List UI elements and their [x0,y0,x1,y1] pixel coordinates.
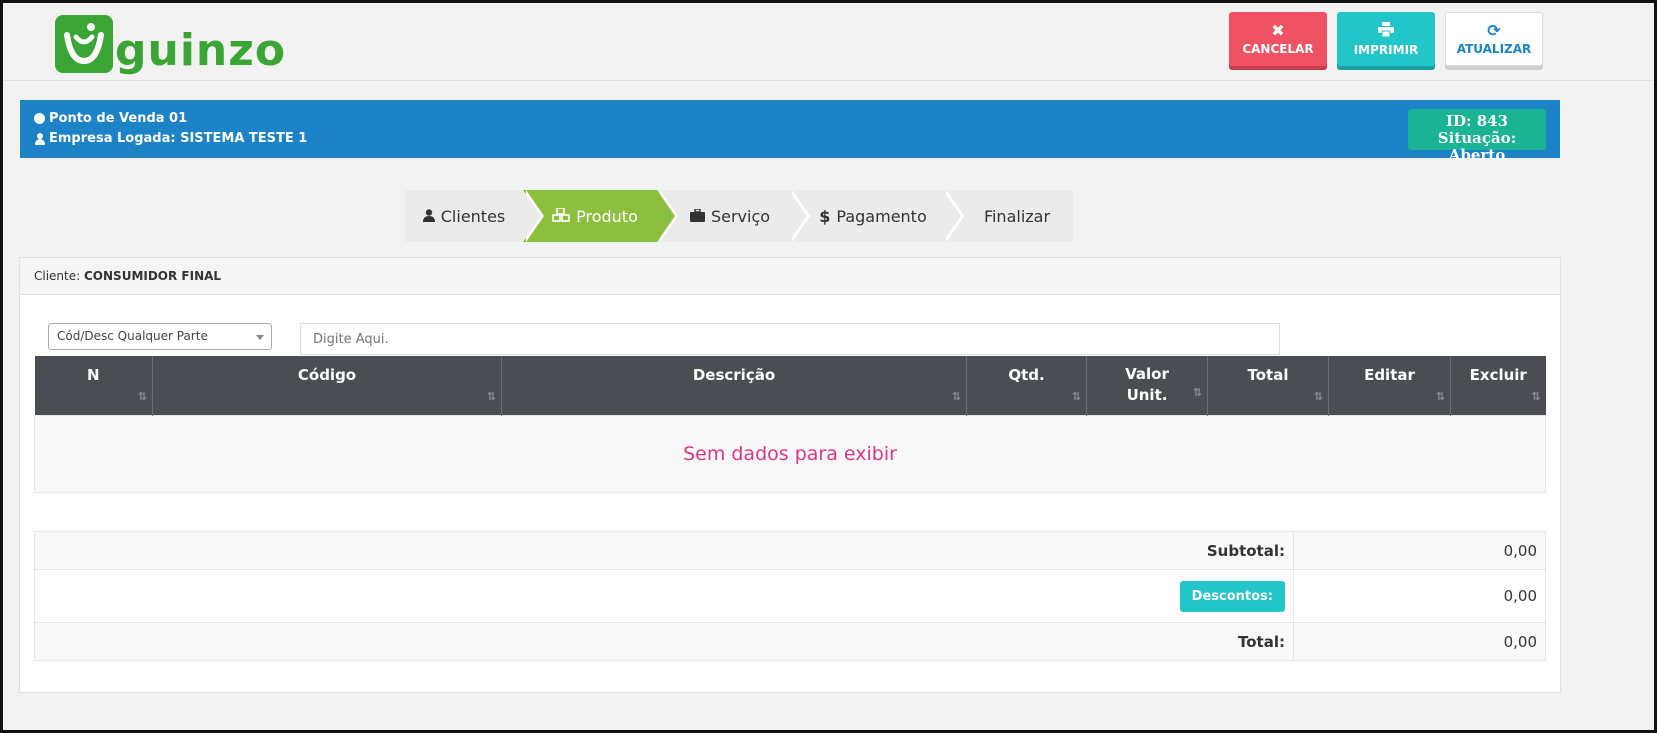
col-header-n[interactable]: N ⇅ [34,356,153,415]
client-name: CONSUMIDOR FINAL [84,269,222,283]
logo-text: guinzo [115,25,287,76]
refresh-icon: ⟳ [1487,20,1501,40]
guinzo-logo[interactable]: guinzo [55,11,286,77]
print-label: IMPRIMIR [1353,42,1419,57]
total-label: Total: [34,622,1294,661]
print-button[interactable]: IMPRIMIR [1337,12,1435,66]
discount-cell: Descontos: [34,569,1294,623]
sort-icon: ⇅ [137,389,147,403]
col-header-qtd[interactable]: Qtd. ⇅ [966,356,1087,415]
search-mode-value: Cód/Desc Qualquer Parte [57,329,208,343]
sort-icon: ⇅ [1071,389,1081,403]
top-header: guinzo ✖ CANCELAR IMPRIMIR ⟳ ATUALIZAR [3,3,1654,81]
totals-table: Subtotal: 0,00 Descontos: 0,00 Total: 0,… [34,531,1546,661]
user-icon [34,132,45,145]
pos-label: Ponto de Venda 01 [49,111,188,126]
subtotal-label: Subtotal: [34,531,1294,570]
total-value: 0,00 [1293,622,1546,661]
company-line: Empresa Logada: SISTEMA TESTE 1 [34,131,307,146]
col-header-valor-unit[interactable]: Valor Unit. ⇅ [1086,356,1208,415]
step-label: Serviço [710,206,771,226]
step-label: Clientes [440,206,506,226]
client-prefix: Cliente: [34,269,81,283]
refresh-button[interactable]: ⟳ ATUALIZAR [1445,12,1543,66]
cancel-label: CANCELAR [1242,41,1314,56]
items-table: N ⇅ Código ⇅ Descrição ⇅ Qtd. ⇅ Valor Unit. ⇅… [34,356,1546,493]
briefcase-icon [689,207,705,226]
sale-status-badge: ID: 843 Situação: Aberto [1408,109,1546,164]
chevron-down-icon [256,335,264,340]
pos-line: Ponto de Venda 01 [34,111,187,126]
sale-id: ID: 843 [1445,112,1509,130]
col-header-excluir[interactable]: Excluir ⇅ [1450,356,1546,415]
col-header-total[interactable]: Total ⇅ [1207,356,1329,415]
sort-icon: ⇅ [486,389,496,403]
cubes-icon [552,206,570,226]
search-mode-select[interactable]: Cód/Desc Qualquer Parte [48,323,272,350]
sort-icon: ⇅ [1313,389,1323,403]
discount-button[interactable]: Descontos: [1179,580,1285,612]
circle-icon [34,113,45,124]
refresh-label: ATUALIZAR [1456,41,1532,56]
product-panel: Cliente: CONSUMIDOR FINAL Cód/Desc Qualq… [19,257,1561,693]
printer-icon [1378,21,1394,40]
subtotal-value: 0,00 [1293,531,1546,570]
cancel-button[interactable]: ✖ CANCELAR [1229,12,1327,66]
smile-logo-icon [55,15,113,73]
sale-status: Situação: Aberto [1437,129,1517,164]
sort-icon: ⇅ [951,389,961,403]
col-header-codigo[interactable]: Código ⇅ [152,356,502,415]
client-header: Cliente: CONSUMIDOR FINAL [20,258,1560,295]
col-header-descricao[interactable]: Descrição ⇅ [501,356,967,415]
sale-info-bar: Ponto de Venda 01 Empresa Logada: SISTEM… [20,100,1560,164]
sort-icon: ⇅ [1192,385,1202,399]
step-label: Finalizar [983,206,1051,226]
sort-icon: ⇅ [1531,389,1541,403]
product-search-input[interactable] [300,323,1280,355]
wizard-steps: Clientes Produto Serviço $ Pagamento Fin… [405,190,1073,242]
col-header-editar[interactable]: Editar ⇅ [1328,356,1451,415]
user-icon [422,207,435,226]
close-icon: ✖ [1271,20,1285,40]
step-pagamento[interactable]: $ Pagamento [789,190,964,242]
step-clientes[interactable]: Clientes [405,190,544,242]
step-label: Pagamento [836,206,927,226]
empty-message: Sem dados para exibir [34,414,1546,493]
dollar-icon: $ [819,206,831,226]
discount-value: 0,00 [1293,569,1546,623]
step-label: Produto [576,206,638,226]
sort-icon: ⇅ [1435,389,1445,403]
company-label: Empresa Logada: SISTEMA TESTE 1 [49,131,308,146]
